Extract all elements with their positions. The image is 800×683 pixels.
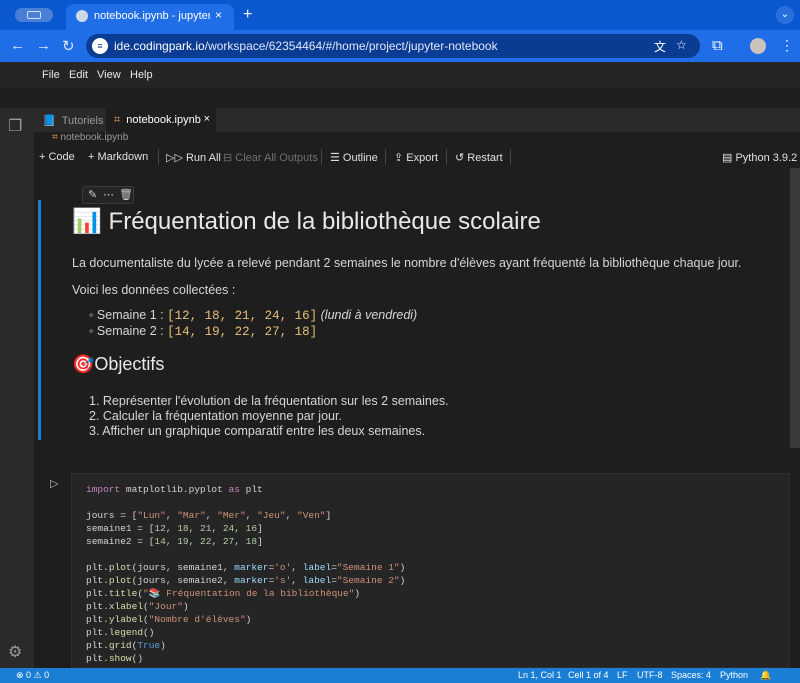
kernel-selector[interactable]: ▤ Python 3.9.2 — [722, 151, 797, 164]
section-heading: 🎯Objectifs — [72, 354, 165, 374]
encoding-indicator[interactable]: UTF-8 — [637, 670, 663, 680]
notebook-toolbar: + Code + Markdown ▷▷ Run All ⊟ Clear All… — [34, 146, 800, 168]
code-line: plt.legend() — [86, 627, 155, 638]
divider — [158, 149, 159, 165]
window-icon — [27, 11, 41, 19]
editor-tab-bar: 📘 Tutoriels ⌗ notebook.ipynb × — [34, 108, 800, 132]
code-line: plt.plot(jours, semaine1, marker='o', la… — [86, 562, 406, 573]
menu-view[interactable]: View — [97, 69, 121, 81]
problems-indicator[interactable]: ⊗ 0 ⚠ 0 — [16, 670, 49, 681]
restart-button[interactable]: ↺ Restart — [455, 151, 503, 164]
activity-bar: ❐ — [0, 108, 34, 668]
reload-icon[interactable]: ↻ — [62, 37, 75, 55]
code-line: plt.xlabel("Jour") — [86, 601, 189, 612]
cell-indicator[interactable]: Cell 1 of 4 — [568, 670, 609, 680]
more-actions-icon[interactable]: ⋯ — [103, 188, 114, 201]
tab-notebook[interactable]: ⌗ notebook.ipynb × — [106, 108, 216, 132]
translate-icon[interactable]: 文 — [654, 38, 666, 55]
code-line: plt.ylabel("Nombre d'élèves") — [86, 614, 252, 625]
code-line: plt.show() — [86, 653, 144, 664]
book-icon: 📘 — [42, 115, 56, 127]
spacer — [0, 88, 800, 108]
page-title: 📊 Fréquentation de la bibliothèque scola… — [72, 208, 541, 235]
code-line: import matplotlib.pyplot as plt — [86, 484, 263, 495]
cell-toolbar: ✎ ⋯ 🗑 — [82, 186, 134, 204]
tab-close-icon[interactable]: × — [204, 113, 210, 125]
menu-edit[interactable]: Edit — [69, 69, 88, 81]
explorer-files-icon[interactable]: ❐ — [8, 116, 22, 136]
new-tab-button[interactable]: + — [243, 6, 252, 24]
divider — [321, 149, 322, 165]
breadcrumb: ⌗ notebook.ipynb — [34, 132, 800, 146]
status-bar: ⊗ 0 ⚠ 0 Ln 1, Col 1 Cell 1 of 4 LF UTF-8… — [0, 668, 800, 683]
tab-search-button[interactable]: ⌄ — [776, 6, 794, 24]
list-item: 3. Afficher un graphique comparatif entr… — [89, 424, 426, 438]
breadcrumb-item[interactable]: notebook.ipynb — [60, 132, 128, 143]
outline-button[interactable]: ☰ Outline — [330, 151, 378, 164]
notebook-file-icon: ⌗ — [114, 114, 121, 126]
menu-file[interactable]: File — [42, 69, 60, 81]
code-line: plt.grid(True) — [86, 640, 166, 651]
list-item: 1. Représenter l'évolution de la fréquen… — [89, 394, 449, 408]
clear-all-outputs-button[interactable]: ⊟ Clear All Outputs — [223, 151, 318, 164]
divider — [446, 149, 447, 165]
divider — [385, 149, 386, 165]
indentation-indicator[interactable]: Spaces: 4 — [671, 670, 711, 680]
code-line: jours = ["Lun", "Mar", "Mer", "Jeu", "Ve… — [86, 510, 332, 521]
run-all-button[interactable]: ▷▷ Run All — [166, 151, 221, 164]
run-cell-icon[interactable]: ▷ — [50, 477, 58, 490]
extensions-icon[interactable]: ⧉ — [712, 37, 723, 54]
notebook-file-icon: ⌗ — [52, 132, 58, 143]
back-arrow-icon[interactable]: ← — [10, 37, 25, 54]
browser-tab-title: notebook.ipynb - jupyter-noteb — [94, 10, 210, 22]
list-item: ◦ Semaine 2 : [14, 19, 22, 27, 18] — [89, 324, 318, 339]
avatar[interactable] — [750, 38, 766, 54]
add-code-cell-button[interactable]: + Code — [39, 151, 75, 163]
address-bar[interactable]: ≡ ide.codingpark.io/workspace/62354464/#… — [86, 34, 700, 58]
divider — [510, 149, 511, 165]
language-mode[interactable]: Python — [720, 670, 748, 680]
code-line: plt.plot(jours, semaine2, marker='s', la… — [86, 575, 406, 586]
export-button[interactable]: ⇪ Export — [394, 151, 438, 164]
notifications-bell-icon[interactable]: 🔔 — [760, 670, 771, 681]
menu-help[interactable]: Help — [130, 69, 153, 81]
browser-tab[interactable]: notebook.ipynb - jupyter-noteb × — [66, 4, 234, 30]
list-item: ◦ Semaine 1 : [12, 18, 21, 24, 16] (lund… — [89, 308, 418, 323]
more-options-icon[interactable]: ⋮ — [780, 37, 794, 54]
list-item: 2. Calculer la fréquentation moyenne par… — [89, 409, 342, 423]
browser-tab-bar: notebook.ipynb - jupyter-noteb × + ⌄ — [0, 0, 800, 30]
code-line: semaine2 = [14, 19, 22, 27, 18] — [86, 536, 263, 547]
tab-groups-button[interactable] — [15, 8, 53, 22]
edit-pencil-icon[interactable]: ✎ — [88, 188, 97, 201]
tab-tutoriels[interactable]: 📘 Tutoriels — [34, 108, 104, 132]
cursor-position[interactable]: Ln 1, Col 1 — [518, 670, 562, 680]
app-menu-bar: File Edit View Help — [0, 62, 800, 88]
forward-arrow-icon[interactable]: → — [36, 37, 51, 54]
data-label: Voici les données collectées : — [72, 283, 236, 297]
tab-close-icon[interactable]: × — [215, 8, 222, 22]
settings-gear-icon[interactable]: ⚙ — [8, 642, 22, 662]
browser-toolbar: ← → ↻ ≡ ide.codingpark.io/workspace/6235… — [0, 30, 800, 62]
add-markdown-cell-button[interactable]: + Markdown — [88, 151, 148, 163]
site-info-icon[interactable]: ≡ — [92, 38, 108, 54]
url-text: ide.codingpark.io/workspace/62354464/#/h… — [114, 39, 498, 53]
bookmark-star-icon[interactable]: ☆ — [676, 38, 687, 52]
code-line: plt.title("📚 Fréquentation de la bibliot… — [86, 588, 361, 599]
code-line: semaine1 = [12, 18, 21, 24, 16] — [86, 523, 263, 534]
editor-scrollbar[interactable] — [790, 168, 800, 448]
delete-trash-icon[interactable]: 🗑 — [119, 188, 133, 201]
eol-indicator[interactable]: LF — [617, 670, 628, 680]
cell-focus-indicator — [38, 200, 41, 440]
globe-icon — [76, 10, 88, 22]
intro-paragraph: La documentaliste du lycée a relevé pend… — [72, 256, 742, 270]
